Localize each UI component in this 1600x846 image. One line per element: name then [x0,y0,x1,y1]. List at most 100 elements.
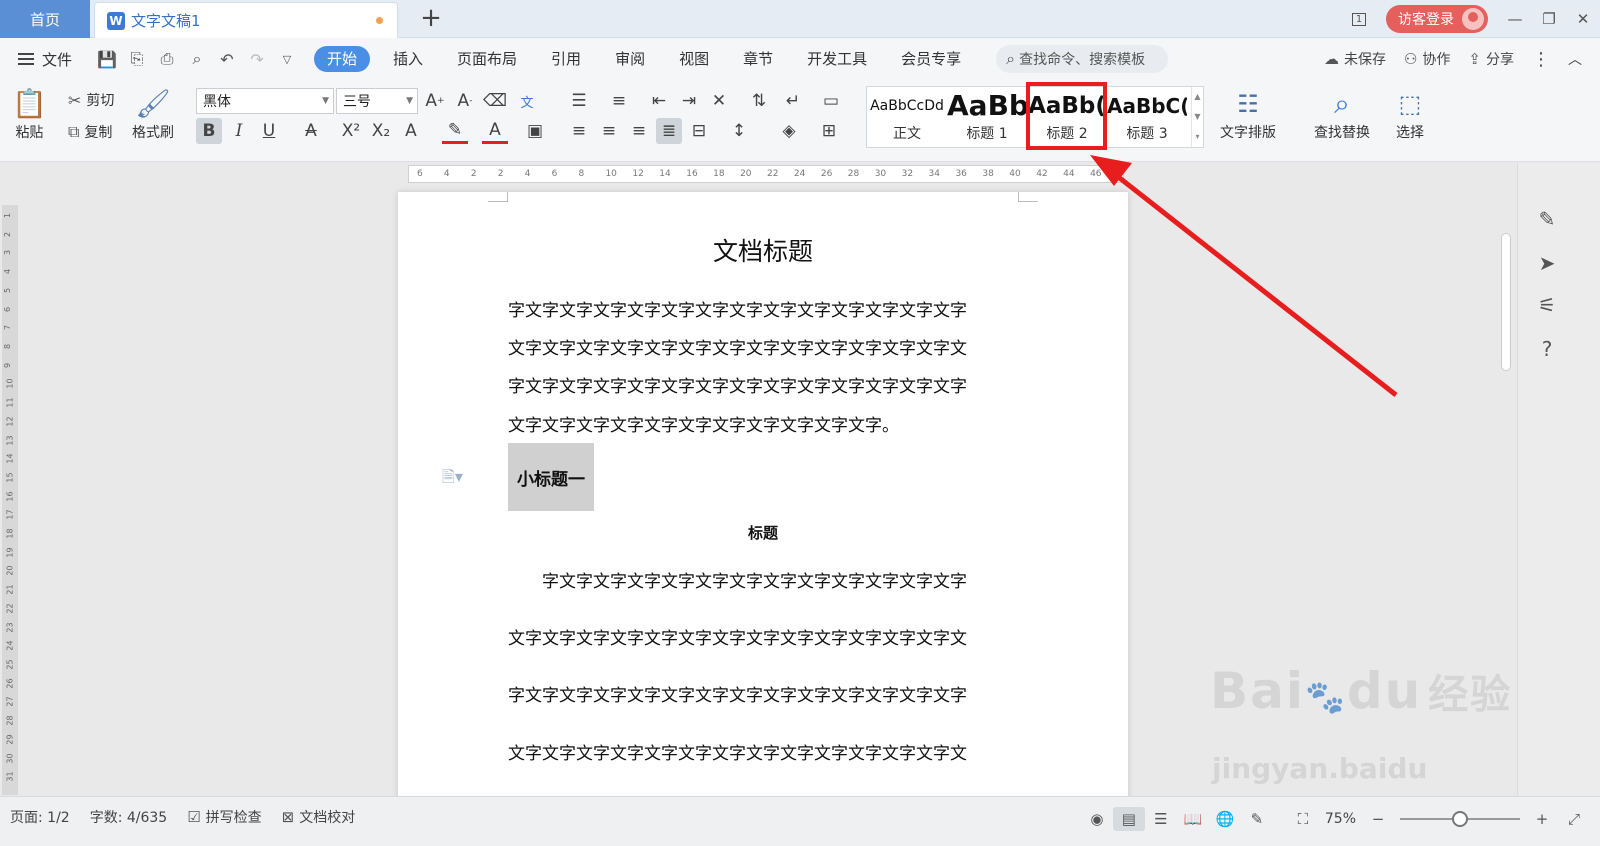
align-left-icon[interactable]: ≡ [566,118,592,144]
spell-check-button[interactable]: ☑ 拼写检查 [177,807,271,827]
paragraph-line[interactable]: 字文字文字文字文字文字文字文字文字文字文字文字文字文字 [508,296,1018,321]
tab-developer[interactable]: 开发工具 [790,46,884,72]
paragraph-line[interactable]: 文字文字文字文字文字文字文字文字文字文字文字文字文字文 [508,334,1018,359]
reading-view-icon[interactable]: 📖 [1177,807,1209,831]
undo-icon[interactable]: ↶ [212,44,242,74]
style-heading-3[interactable]: AaBbC( 标题 3 [1107,87,1187,147]
fit-page-icon[interactable]: ⛶ [1287,807,1319,831]
paragraph-line[interactable]: 文字文字文字文字文字文字文字文字文字文字文字文字文字文 [508,739,1018,764]
sliders-icon[interactable]: ⚟ [1532,293,1562,317]
underline-button[interactable]: U [256,118,282,144]
paragraph-line[interactable]: 字文字文字文字文字文字文字文字文字文字文字文字文字文字 [508,681,1018,706]
web-view-icon[interactable]: 🌐 [1209,807,1241,831]
style-normal[interactable]: AaBbCcDd 正文 [867,87,947,147]
align-right-icon[interactable]: ≡ [626,118,652,144]
tab-insert[interactable]: 插入 [376,46,440,72]
collaborate-button[interactable]: ⚇ 协作 [1395,49,1459,69]
subheading-selected[interactable]: 小标题一 [508,443,594,511]
zoom-level[interactable]: 75% [1319,811,1362,827]
zoom-in-button[interactable]: + [1526,807,1558,831]
tab-document[interactable]: W 文字文稿1 [94,2,398,38]
guest-login-button[interactable]: 访客登录 [1386,5,1488,33]
italic-button[interactable]: I [226,118,252,144]
paragraph-handle-icon[interactable]: 🗎▾ [442,466,463,493]
tab-page-layout[interactable]: 页面布局 [440,46,534,72]
tab-home[interactable]: 首页 [0,0,90,38]
page-view-icon[interactable]: ▤ [1112,807,1145,831]
style-heading-1[interactable]: AaBb 标题 1 [947,87,1027,147]
share-button[interactable]: ⇪ 分享 [1459,49,1523,69]
font-size-select[interactable]: 三号 ▼ [336,88,418,114]
unsaved-status-button[interactable]: ☁ 未保存 [1315,49,1395,69]
file-menu[interactable]: 文件 [0,49,92,70]
write-mode-icon[interactable]: ✎ [1241,807,1273,831]
zoom-out-button[interactable]: − [1362,807,1394,831]
vertical-ruler-strip[interactable]: 1 2 3 4 5 6 7 8 9 10 11 12 13 14 15 16 17 18 19 20 21 22 23 24 2… [2,205,18,795]
export-icon[interactable]: ⎘ [122,44,152,74]
tab-section[interactable]: 章节 [726,46,790,72]
print-icon[interactable]: ⎙ [152,44,182,74]
char-border-icon[interactable]: ▣ [522,118,548,144]
scrollbar-thumb[interactable] [1501,233,1511,371]
shading-icon[interactable]: ◈ [776,118,802,144]
select-button[interactable]: ⬚ 选择 [1396,86,1424,142]
gallery-scroll[interactable]: ▲ ▼ ▾ [1191,87,1203,147]
command-search-input[interactable]: ⌕ 查找命令、搜索模板 [996,45,1169,73]
text-effect-icon[interactable]: A [398,118,424,144]
ruler-strip[interactable]: 6 4 2 2 4 6 8 10 12 14 16 18 20 22 24 26 28 30 32 34 36 38 40 4… [408,165,1124,183]
document-title[interactable]: 文档标题 [398,232,1128,268]
font-name-select[interactable]: 黑体 ▼ [196,88,334,114]
text-layout-button[interactable]: ☷ 文字排版 [1220,86,1276,142]
redo-icon[interactable]: ↷ [242,44,272,74]
zoom-slider-thumb[interactable] [1452,811,1468,827]
help-icon[interactable]: ? [1532,337,1562,361]
paragraph-line[interactable]: 文字文字文字文字文字文字文字文字文字文字文字文字文字文 [508,624,1018,649]
shrink-font-icon[interactable]: A- [452,88,478,114]
tab-references[interactable]: 引用 [534,46,598,72]
superscript-button[interactable]: X² [338,118,364,144]
close-icon[interactable]: ✕ [1566,0,1600,38]
find-replace-button[interactable]: ⌕ 查找替换 [1314,86,1370,142]
customize-toolbar-icon[interactable]: ▽ [272,44,302,74]
tab-review[interactable]: 审阅 [598,46,662,72]
sort-icon[interactable]: ⇅ [746,88,772,114]
paragraph-line[interactable]: 文字文字文字文字文字文字文字文字文字文字文字。 [508,411,1018,436]
document-page[interactable]: 文档标题 字文字文字文字文字文字文字文字文字文字文字文字文字文字 文字文字文字文… [398,192,1128,802]
chinese-layout-icon[interactable]: ✕ [706,88,732,114]
numbered-list-icon[interactable]: ≡ [606,88,632,114]
paste-button[interactable]: 📋 粘贴 [12,86,47,142]
decrease-indent-icon[interactable]: ⇤ [646,88,672,114]
cut-button[interactable]: ✂ 剪切 [68,90,114,110]
restore-icon[interactable]: ❐ [1532,0,1566,38]
table-tools-icon[interactable]: ▭ [818,88,844,114]
highlight-color-icon[interactable]: ✎ [442,118,468,144]
page-indicator[interactable]: 页面: 1/2 [0,807,80,827]
window-count-icon[interactable]: 1 [1342,0,1376,38]
paragraph-line[interactable]: 字文字文字文字文字文字文字文字文字文字文字文字文字 [508,567,1018,592]
heading-label[interactable]: 标题 [398,522,1128,543]
grow-font-icon[interactable]: A + [422,88,448,114]
strikethrough-button[interactable]: A [298,118,324,144]
tab-member[interactable]: 会员专享 [884,46,978,72]
fullscreen-icon[interactable]: ⤢ [1558,807,1590,831]
tab-home-ribbon[interactable]: 开始 [314,46,371,72]
clear-format-icon[interactable]: ⌫ [482,88,508,114]
word-count[interactable]: 字数: 4/635 [80,807,178,827]
outline-view-icon[interactable]: ☰ [1145,807,1177,831]
eye-protection-icon[interactable]: ◉ [1081,807,1113,831]
bold-button[interactable]: B [196,118,222,144]
increase-indent-icon[interactable]: ⇥ [676,88,702,114]
copy-button[interactable]: ⧉ 复制 [68,122,112,142]
bullet-list-icon[interactable]: ☰ [566,88,592,114]
print-preview-icon[interactable]: ⌕ [182,44,212,74]
cursor-icon[interactable]: ➤ [1532,251,1562,275]
collapse-ribbon-icon[interactable]: ︿ [1559,49,1600,69]
more-options-icon[interactable]: ⋮ [1523,49,1559,70]
edit-pen-icon[interactable]: ✎ [1532,207,1562,231]
align-center-icon[interactable]: ≡ [596,118,622,144]
subscript-button[interactable]: X₂ [368,118,394,144]
line-spacing-icon[interactable]: ↕ [726,118,752,144]
justify-icon[interactable]: ≣ [656,118,682,144]
format-painter-button[interactable]: 🖌 格式刷 [132,86,174,142]
zoom-slider[interactable] [1400,811,1520,827]
